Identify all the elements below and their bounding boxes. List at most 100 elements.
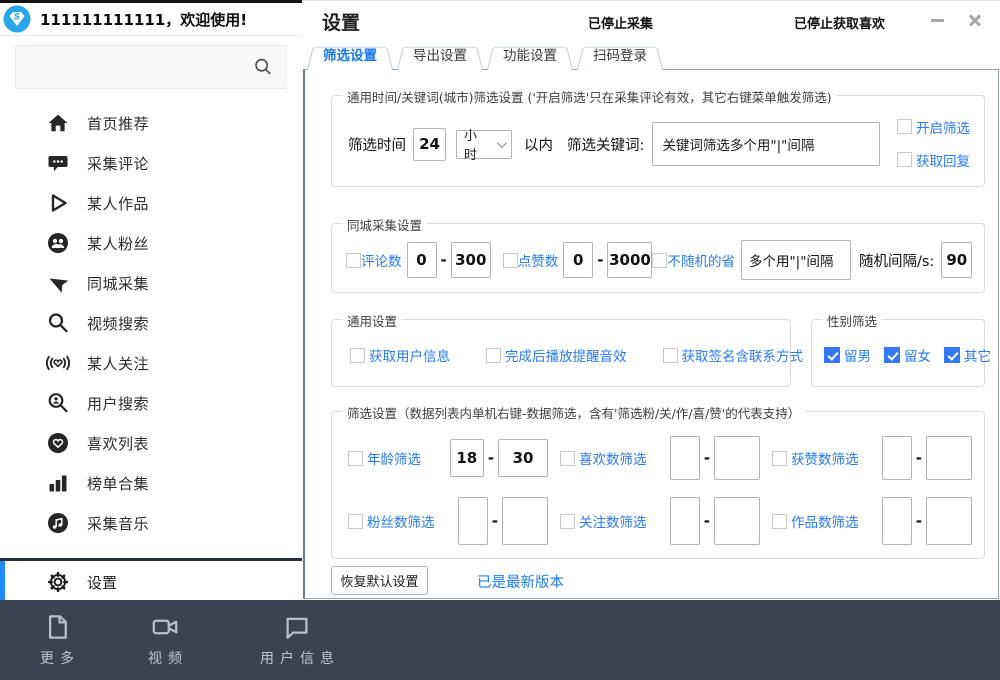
search-input[interactable] — [16, 46, 286, 88]
tab-qrcode-login[interactable]: 扫码登录 — [577, 43, 663, 70]
sidebar-item-rank-collection[interactable]: 榜单合集 — [0, 463, 302, 503]
bottombar-item-label: 视频 — [142, 648, 188, 668]
gear-icon — [45, 570, 71, 594]
like-count-label: 点赞数 — [518, 250, 559, 270]
sidebar-item-user-search[interactable]: 用户搜索 — [0, 383, 302, 423]
signature-contact-label: 获取签名含联系方式 — [682, 345, 804, 365]
comment-count-label: 评论数 — [361, 250, 402, 270]
sidebar-item-user-follows[interactable]: 某人关注 — [0, 343, 302, 383]
fans-min-input[interactable] — [458, 497, 488, 545]
range-dash: - — [704, 449, 710, 467]
page-title: 设置 — [322, 8, 360, 35]
works-filter-checkbox[interactable] — [772, 514, 787, 529]
sidebar-item-settings[interactable]: 设置 — [0, 561, 302, 603]
music-icon — [45, 511, 71, 535]
province-input[interactable] — [741, 240, 851, 280]
sidebar-item-label: 采集评论 — [87, 153, 149, 174]
enable-filter-checkbox[interactable] — [897, 119, 912, 134]
works-max-input[interactable] — [926, 497, 972, 545]
range-dash: - — [597, 251, 603, 269]
keep-female-checkbox[interactable] — [884, 347, 900, 363]
like-count-checkbox[interactable] — [503, 253, 518, 268]
section-legend: 筛选设置（数据列表内单机右键-数据筛选，含有'筛选粉/关/作/喜/赞'的代表支持… — [342, 403, 805, 422]
get-user-info-checkbox[interactable] — [350, 348, 365, 363]
sidebar-item-collect-music[interactable]: 采集音乐 — [0, 503, 302, 543]
range-dash: - — [488, 449, 494, 467]
likes-max-input[interactable] — [714, 436, 760, 480]
status-likes-stopped: 已停止获取喜欢 — [794, 13, 885, 32]
chevron-down-icon — [497, 138, 507, 148]
time-unit-select[interactable]: 小时 — [456, 130, 512, 159]
get-reply-checkbox[interactable] — [897, 152, 912, 167]
filter-keyword-label: 筛选关键词: — [567, 134, 644, 155]
minimize-button[interactable] — [926, 9, 948, 31]
time-unit-value: 小时 — [464, 125, 489, 163]
fans-filter-checkbox[interactable] — [348, 514, 363, 529]
sidebar-item-collect-comments[interactable]: 采集评论 — [0, 143, 302, 183]
like-max-input[interactable] — [607, 242, 652, 278]
fixed-province-checkbox[interactable] — [652, 253, 667, 268]
range-dash: - — [704, 512, 710, 530]
restore-defaults-button[interactable]: 恢复默认设置 — [331, 566, 428, 595]
sidebar-item-label: 同城采集 — [87, 273, 149, 294]
bottombar-item-video[interactable]: 视频 — [142, 612, 188, 668]
file-icon — [41, 612, 73, 642]
comment-icon — [45, 151, 71, 175]
follow-max-input[interactable] — [714, 497, 760, 545]
sidebar-item-label: 喜欢列表 — [87, 433, 149, 454]
praise-min-input[interactable] — [882, 436, 912, 480]
likes-filter-group: 喜欢数筛选 - — [560, 436, 772, 480]
filter-time-input[interactable] — [413, 128, 446, 161]
age-max-input[interactable] — [498, 439, 548, 477]
follow-filter-checkbox[interactable] — [560, 514, 575, 529]
sidebar-item-home-recommend[interactable]: 首页推荐 — [0, 103, 302, 143]
sidebar-item-user-fans[interactable]: 某人粉丝 — [0, 223, 302, 263]
follow-min-input[interactable] — [670, 497, 700, 545]
section-legend: 通用设置 — [342, 311, 402, 330]
search-icon[interactable] — [253, 57, 273, 77]
sidebar-item-city-collect[interactable]: 同城采集 — [0, 263, 302, 303]
tab-function-settings[interactable]: 功能设置 — [487, 43, 573, 70]
tab-filter-settings[interactable]: 筛选设置 — [307, 43, 393, 70]
close-button[interactable] — [964, 9, 986, 31]
likes-filter-checkbox[interactable] — [560, 451, 575, 466]
sidebar-item-video-search[interactable]: 视频搜索 — [0, 303, 302, 343]
latest-version-link[interactable]: 已是最新版本 — [477, 571, 564, 592]
section-legend: 性别筛选 — [822, 311, 882, 330]
praise-max-input[interactable] — [926, 436, 972, 480]
comment-count-checkbox[interactable] — [346, 253, 361, 268]
works-min-input[interactable] — [882, 497, 912, 545]
works-filter-label: 作品数筛选 — [791, 511, 859, 531]
video-icon — [149, 612, 181, 642]
age-filter-checkbox[interactable] — [348, 451, 363, 466]
praise-filter-group: 获赞数筛选 - — [772, 436, 984, 480]
sidebar-search-box[interactable] — [15, 45, 287, 89]
random-interval-input[interactable] — [941, 242, 972, 278]
praise-filter-checkbox[interactable] — [772, 451, 787, 466]
keep-male-checkbox[interactable] — [824, 347, 840, 363]
fans-max-input[interactable] — [502, 497, 548, 545]
likes-filter-label: 喜欢数筛选 — [579, 448, 647, 468]
sidebar-item-label: 首页推荐 — [87, 113, 149, 134]
age-min-input[interactable] — [450, 439, 484, 477]
filter-keyword-input[interactable] — [652, 122, 880, 166]
random-interval-label: 随机间隔/s: — [859, 250, 934, 271]
fans-filter-group: 粉丝数筛选 - — [348, 497, 560, 545]
sidebar-item-like-list[interactable]: 喜欢列表 — [0, 423, 302, 463]
bottombar-item-more[interactable]: 更多 — [34, 612, 80, 668]
keep-other-checkbox[interactable] — [944, 347, 960, 363]
comment-max-input[interactable] — [451, 242, 491, 278]
comment-min-input[interactable] — [407, 242, 437, 278]
bottom-toolbar: 更多 视频 用户信息 — [0, 600, 1000, 680]
tab-export-settings[interactable]: 导出设置 — [397, 43, 483, 70]
range-dash: - — [492, 512, 498, 530]
likes-min-input[interactable] — [670, 436, 700, 480]
like-min-input[interactable] — [563, 242, 593, 278]
keep-male-label: 留男 — [844, 345, 871, 365]
bottombar-item-user-info[interactable]: 用户信息 — [254, 612, 340, 668]
section-legend: 同城采集设置 — [342, 215, 427, 234]
play-sound-checkbox[interactable] — [486, 348, 501, 363]
signature-contact-checkbox[interactable] — [663, 348, 678, 363]
praise-filter-label: 获赞数筛选 — [791, 448, 859, 468]
sidebar-item-user-works[interactable]: 某人作品 — [0, 183, 302, 223]
